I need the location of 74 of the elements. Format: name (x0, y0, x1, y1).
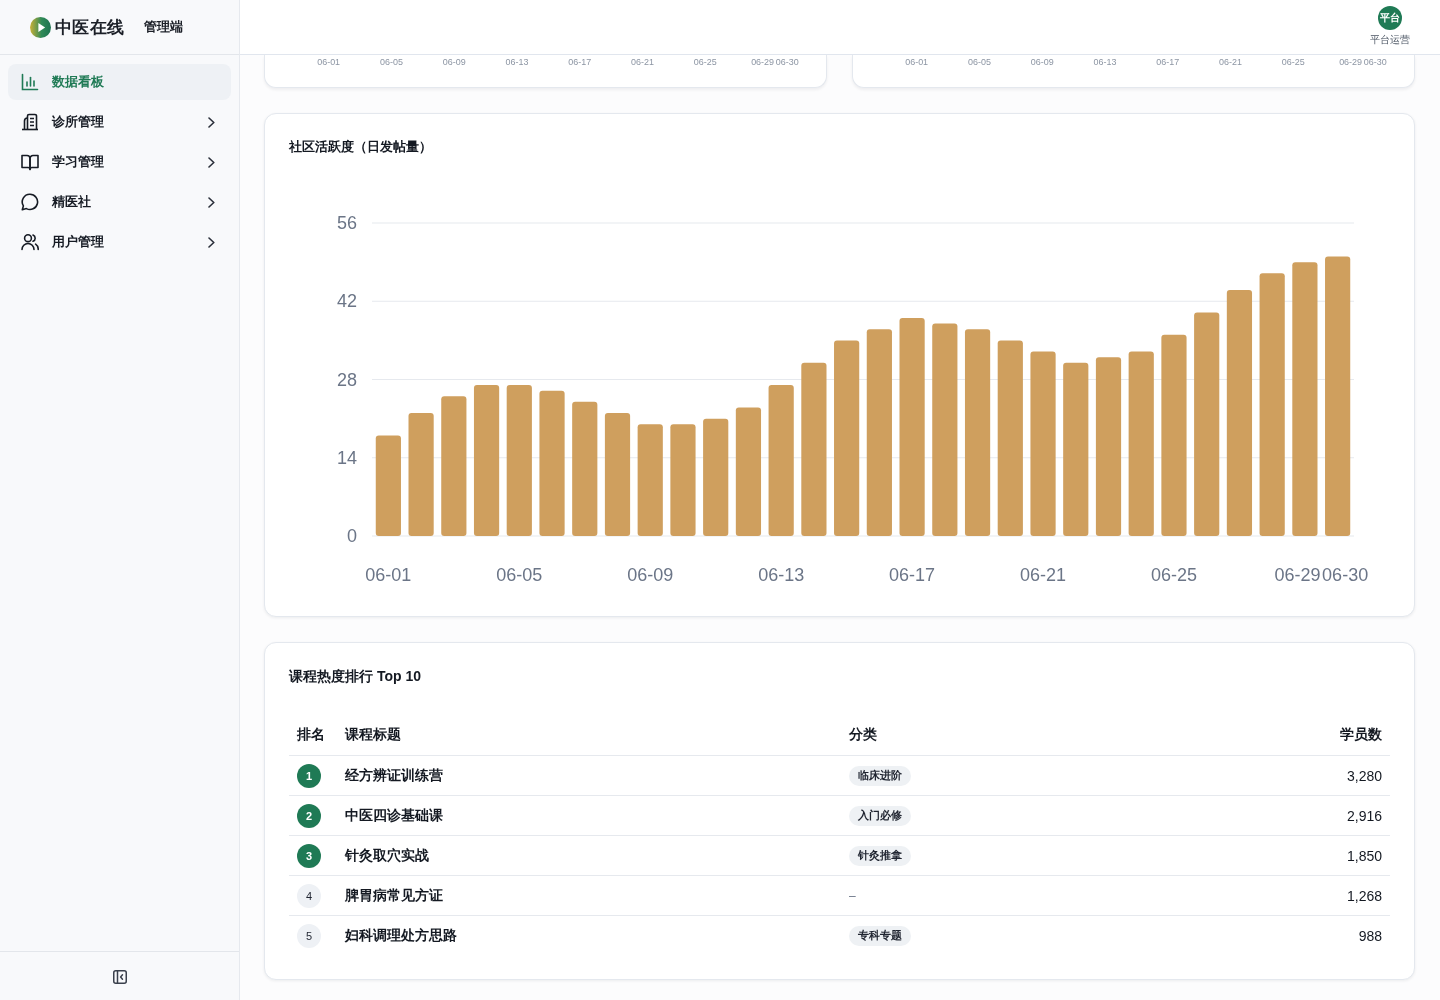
axis-label: 06-13 (1093, 57, 1117, 67)
axis-label: 06-30 (1322, 565, 1369, 585)
axis-label: 06-25 (1150, 565, 1197, 585)
student-count: 1,850 (1346, 847, 1382, 864)
axis-label: 06-13 (505, 57, 529, 67)
axis-label: 06-01 (905, 57, 929, 67)
axis-label: 06-01 (317, 57, 341, 67)
column-header: 分类 (848, 726, 878, 744)
user-name: 平台运营 (1370, 32, 1410, 47)
column-header: 课程标题 (343, 726, 402, 744)
axis-label: 06-17 (1156, 57, 1180, 67)
category-text: – (849, 888, 856, 903)
axis-label: 06-09 (627, 565, 674, 585)
axis-label: 06-29 (751, 57, 775, 67)
axis-label: 06-21 (1020, 565, 1067, 585)
student-count: 3,280 (1346, 767, 1382, 784)
building-icon (21, 113, 39, 131)
rank-badge: 5 (297, 923, 321, 948)
course-title: 针灸取穴实战 (345, 846, 429, 865)
category-tag: 针灸推拿 (849, 845, 911, 866)
axis-label: 06-05 (967, 57, 991, 67)
rank-badge: 4 (297, 883, 321, 908)
axis-label: 28 (336, 369, 357, 390)
user-avatar[interactable]: 平台 (1378, 5, 1402, 30)
card-title: 课程热度排行 Top 10 (289, 667, 422, 686)
brand-name: 中医在线 (55, 16, 125, 39)
axis-label: 06-09 (442, 57, 466, 67)
card-title: 社区活跃度（日发帖量） (289, 138, 433, 156)
users-icon (21, 233, 39, 251)
rank-badge: 2 (297, 803, 321, 828)
student-count: 2,916 (1346, 807, 1382, 824)
axis-label: 06-09 (1030, 57, 1054, 67)
rank-badge: 3 (297, 843, 321, 868)
category-tag: 临床进阶 (849, 765, 911, 786)
axis-label: 06-21 (631, 57, 654, 67)
logo-icon (30, 16, 51, 38)
axis-label: 06-17 (889, 565, 936, 585)
axis-label: 06-05 (379, 57, 403, 67)
axis-label: 06-25 (693, 57, 717, 67)
collapse-sidebar-icon (112, 970, 127, 984)
sidebar-item[interactable]: 数据看板 (8, 64, 231, 100)
axis-label: 06-05 (496, 565, 543, 585)
column-header: 排名 (296, 726, 326, 744)
student-count: 988 (1358, 927, 1382, 944)
course-title: 脾胃病常见方证 (345, 886, 443, 905)
axis-label: 06-01 (365, 565, 412, 585)
course-title: 中医四诊基础课 (345, 806, 443, 825)
axis-label: 06-29 (1339, 57, 1363, 67)
axis-label: 06-17 (568, 57, 592, 67)
course-title: 经方辨证训练营 (345, 766, 443, 785)
category-tag: 入门必修 (849, 805, 911, 826)
brand-subtitle: 管理端 (144, 18, 184, 36)
axis-label: 06-30 (1363, 57, 1387, 67)
axis-label: 0 (347, 526, 357, 546)
rank-badge: 1 (297, 763, 321, 788)
student-count: 1,268 (1346, 887, 1382, 904)
bar-chart-icon (21, 73, 39, 91)
sidebar-item[interactable]: 学习管理 (8, 144, 231, 180)
course-title: 妇科调理处方思路 (345, 926, 457, 945)
book-icon (21, 153, 39, 171)
axis-label: 14 (336, 447, 357, 468)
axis-label: 42 (336, 291, 357, 312)
axis-label: 06-25 (1281, 57, 1305, 67)
axis-label: 06-13 (758, 565, 805, 585)
sidebar-item[interactable]: 精医社 (8, 184, 231, 220)
axis-label: 06-29 (1274, 565, 1321, 585)
axis-label: 06-21 (1219, 57, 1242, 67)
axis-label: 56 (336, 213, 357, 233)
speech-bubble-icon (21, 193, 39, 211)
column-header: 学员数 (1339, 726, 1383, 744)
category-tag: 专科专题 (849, 925, 911, 946)
sidebar-item[interactable]: 用户管理 (8, 224, 231, 260)
sidebar-item[interactable]: 诊所管理 (8, 104, 231, 140)
axis-label: 06-30 (775, 57, 799, 67)
